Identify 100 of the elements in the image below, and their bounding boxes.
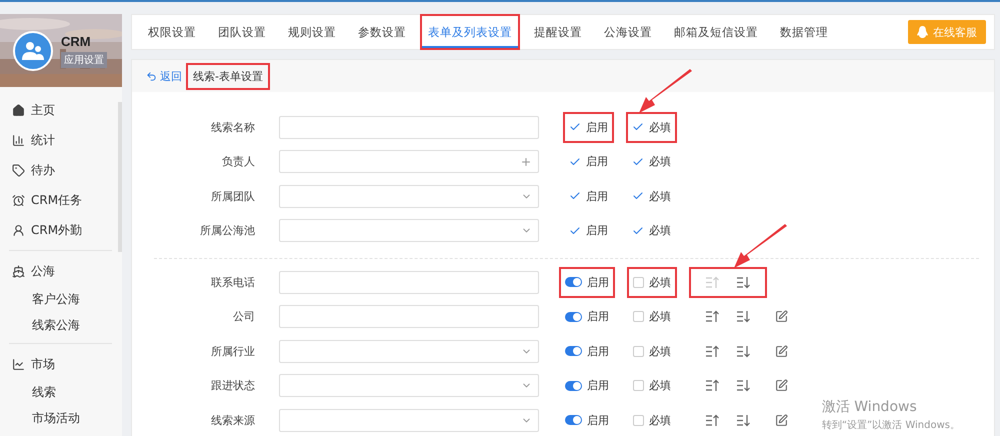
sidebar-item[interactable]: 主页 xyxy=(0,95,122,125)
enable-toggle[interactable]: 启用 xyxy=(561,303,613,330)
toggle-switch[interactable] xyxy=(565,312,582,322)
back-link[interactable]: 返回 xyxy=(146,68,182,84)
tag-icon xyxy=(12,164,25,176)
field-label: 线索名称 xyxy=(210,120,255,135)
penguin-icon xyxy=(917,26,928,38)
enable-option[interactable]: 启用 xyxy=(565,217,612,244)
sidebar-item[interactable]: 统计 xyxy=(0,125,122,155)
move-up-icon[interactable] xyxy=(705,414,720,427)
move-down-icon[interactable] xyxy=(736,310,751,324)
checkbox[interactable] xyxy=(633,311,644,322)
picker-field[interactable] xyxy=(279,150,539,174)
field-label: 所属行业 xyxy=(210,344,255,359)
field-label: 负责人 xyxy=(221,154,255,170)
ship-icon xyxy=(12,264,25,278)
required-checkbox[interactable]: 必填 xyxy=(629,268,675,296)
sidebar-item[interactable]: 公海 xyxy=(0,256,122,286)
enable-option[interactable]: 启用 xyxy=(565,114,612,141)
enable-toggle[interactable]: 启用 xyxy=(561,338,613,365)
field-label: 所属公海池 xyxy=(199,223,255,238)
move-down-icon[interactable] xyxy=(736,276,751,289)
tab[interactable]: 数据管理 xyxy=(774,16,834,48)
bar-chart-icon xyxy=(12,134,25,146)
home-icon xyxy=(12,104,25,116)
back-icon xyxy=(146,70,157,82)
text-field[interactable] xyxy=(279,116,539,139)
text-field[interactable] xyxy=(279,305,539,328)
text-field[interactable] xyxy=(279,270,539,294)
page-title: 线索-表单设置 xyxy=(192,68,264,84)
tab[interactable]: 公海设置 xyxy=(598,16,658,48)
enable-toggle[interactable]: 启用 xyxy=(561,268,613,296)
edit-icon[interactable] xyxy=(775,379,788,392)
tab[interactable]: 团队设置 xyxy=(212,16,272,48)
sidebar-item[interactable]: 市场活动 xyxy=(0,405,122,431)
activation-text: 转到“设置”以激活 Windows。 xyxy=(822,418,960,432)
tab[interactable]: 提醒设置 xyxy=(528,16,588,48)
checkbox[interactable] xyxy=(633,276,644,288)
tab[interactable]: 权限设置 xyxy=(142,16,202,48)
app-name: CRM xyxy=(61,34,92,48)
required-checkbox[interactable]: 必填 xyxy=(629,303,675,330)
checkbox[interactable] xyxy=(633,414,644,426)
move-up-icon[interactable] xyxy=(705,379,720,392)
sidebar-item[interactable]: 市场 xyxy=(0,349,122,379)
check-icon xyxy=(569,156,581,168)
edit-icon[interactable] xyxy=(775,310,788,324)
tab[interactable]: 参数设置 xyxy=(352,16,412,48)
sidebar-item[interactable]: 待办 xyxy=(0,155,122,185)
sidebar-item[interactable]: 线索 xyxy=(0,379,122,405)
tab[interactable]: 表单及列表设置 xyxy=(422,16,518,48)
line-chart-icon xyxy=(12,358,25,370)
checkbox[interactable] xyxy=(633,346,644,357)
sidebar-item[interactable]: 线索公海 xyxy=(0,312,122,338)
enable-option[interactable]: 启用 xyxy=(565,148,612,176)
required-option[interactable]: 必填 xyxy=(628,217,675,244)
activation-title: 激活 Windows xyxy=(822,398,918,416)
app-badge: 应用设置 xyxy=(61,52,107,68)
check-icon xyxy=(632,224,644,237)
people-icon xyxy=(22,40,44,60)
alarm-clock-icon xyxy=(12,194,25,206)
toggle-switch[interactable] xyxy=(565,277,582,288)
plus-icon xyxy=(520,156,532,168)
required-option[interactable]: 必填 xyxy=(628,114,675,141)
check-icon xyxy=(632,156,644,168)
select-field[interactable] xyxy=(279,408,539,432)
move-up-icon[interactable] xyxy=(705,344,720,358)
edit-icon[interactable] xyxy=(775,414,788,427)
enable-toggle[interactable]: 启用 xyxy=(561,372,613,400)
toggle-switch[interactable] xyxy=(565,346,582,356)
move-down-icon[interactable] xyxy=(736,379,751,392)
toggle-switch[interactable] xyxy=(565,380,582,391)
required-option[interactable]: 必填 xyxy=(628,182,675,210)
person-icon xyxy=(12,224,25,236)
sidebar-item[interactable]: 客户公海 xyxy=(0,286,122,312)
sidebar-item[interactable]: CRM外勤 xyxy=(0,215,122,245)
select-field[interactable] xyxy=(279,340,539,363)
edit-icon[interactable] xyxy=(775,344,788,358)
check-icon xyxy=(569,224,581,237)
tab[interactable]: 邮箱及短信设置 xyxy=(668,16,764,48)
tab[interactable]: 规则设置 xyxy=(282,16,342,48)
move-down-icon[interactable] xyxy=(736,414,751,427)
enable-toggle[interactable]: 启用 xyxy=(561,406,613,434)
required-checkbox[interactable]: 必填 xyxy=(629,338,675,365)
field-label: 跟进状态 xyxy=(210,378,255,394)
move-down-icon[interactable] xyxy=(736,344,751,358)
field-label: 所属团队 xyxy=(210,188,255,204)
toggle-switch[interactable] xyxy=(565,415,582,426)
select-field[interactable] xyxy=(279,184,539,208)
field-label: 线索来源 xyxy=(210,412,255,428)
required-checkbox[interactable]: 必填 xyxy=(629,406,675,434)
select-field[interactable] xyxy=(279,374,539,398)
required-checkbox[interactable]: 必填 xyxy=(629,372,675,400)
enable-option[interactable]: 启用 xyxy=(565,182,612,210)
field-label: 公司 xyxy=(232,309,255,324)
sidebar-item[interactable]: CRM任务 xyxy=(0,185,122,215)
move-up-icon[interactable] xyxy=(705,310,720,324)
select-field[interactable] xyxy=(279,219,539,242)
checkbox[interactable] xyxy=(633,380,644,392)
field-label: 联系电话 xyxy=(210,274,255,290)
required-option[interactable]: 必填 xyxy=(628,148,675,176)
